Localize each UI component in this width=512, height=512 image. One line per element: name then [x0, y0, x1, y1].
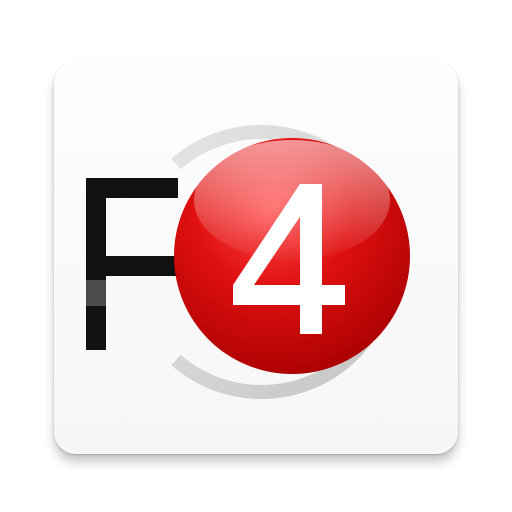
app-icon[interactable]: F 4 — [0, 0, 512, 512]
letter-f — [86, 178, 178, 350]
f4-logo: F 4 — [86, 125, 410, 399]
